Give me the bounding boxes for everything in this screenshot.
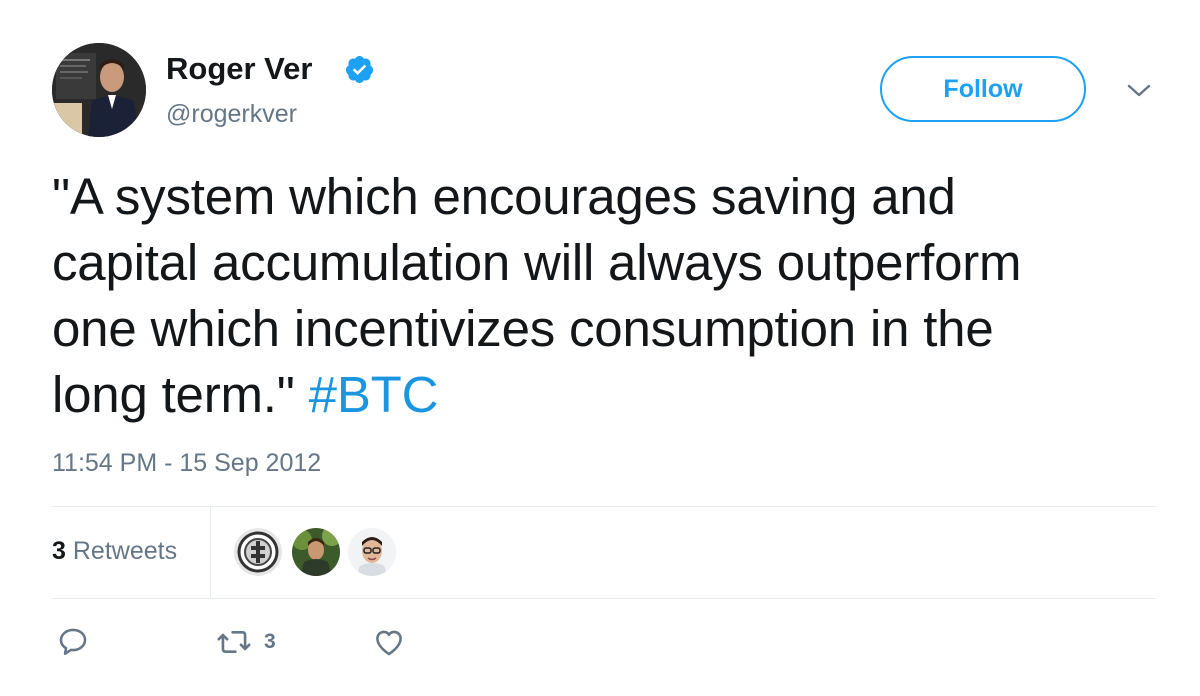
retweet-icon (217, 630, 251, 654)
retweet-action-count: 3 (264, 630, 276, 653)
follow-button[interactable]: Follow (880, 56, 1086, 122)
retweets-count: 3 (52, 537, 66, 565)
hashtag-link[interactable]: #BTC (309, 366, 439, 423)
retweeter-avatar[interactable] (348, 528, 396, 576)
reply-button[interactable] (56, 624, 90, 660)
tweet-text-line: one which incentivizes consumption in th… (52, 300, 994, 357)
stats-vertical-divider (210, 506, 211, 598)
stats-top-divider (52, 506, 1156, 507)
tweet-text-line-last: long term." #BTC (52, 362, 1162, 428)
heart-icon (376, 630, 402, 656)
retweet-button[interactable]: 3 (216, 624, 276, 660)
retweeter-avatar-image (292, 528, 340, 576)
tweet-text: "A system which encourages saving and ca… (52, 164, 1162, 428)
retweeter-avatar[interactable] (234, 528, 282, 576)
verified-badge-icon (345, 55, 374, 84)
like-button[interactable] (372, 624, 406, 660)
author-display-name[interactable]: Roger Ver (166, 49, 312, 89)
tweet-text-line: long term." (52, 366, 295, 423)
tweet-text-line: "A system which encourages saving and (52, 168, 956, 225)
retweeter-avatar-image (348, 528, 396, 576)
chevron-down-icon[interactable] (1126, 80, 1152, 100)
author-handle[interactable]: @rogerkver (166, 98, 297, 130)
tweet-card: Roger Ver @rogerkver Follow "A system wh… (0, 0, 1200, 696)
tweet-text-line: capital accumulation will always outperf… (52, 234, 1022, 291)
tweet-timestamp[interactable]: 11:54 PM - 15 Sep 2012 (52, 447, 321, 479)
author-avatar-image (52, 43, 146, 137)
stats-bottom-divider (52, 598, 1156, 599)
retweets-label: Retweets (72, 537, 178, 565)
author-avatar[interactable] (52, 43, 146, 137)
retweets-stat[interactable]: 3 Retweets (52, 535, 177, 567)
retweeter-avatar-image (234, 528, 282, 576)
retweeter-avatar[interactable] (292, 528, 340, 576)
reply-icon (59, 628, 87, 656)
